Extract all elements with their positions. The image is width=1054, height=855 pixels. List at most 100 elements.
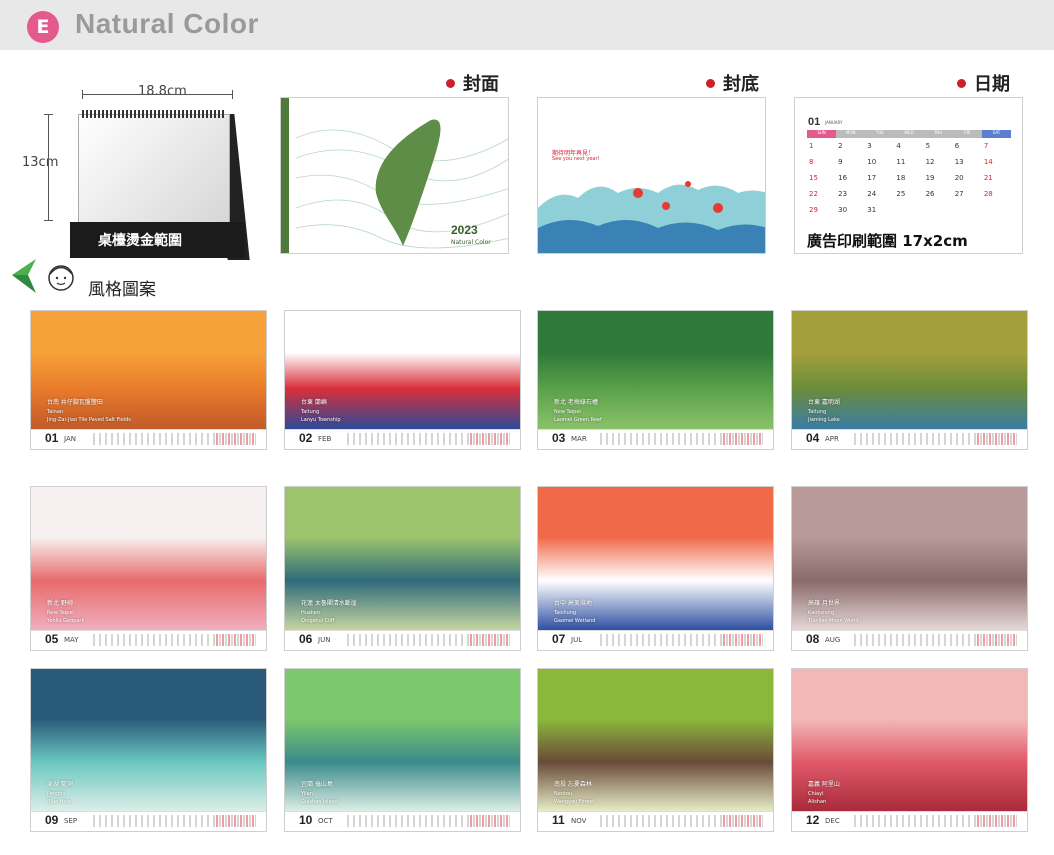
month-date-strip: 07 JUL (538, 630, 773, 650)
month-abbr: OCT (318, 817, 333, 825)
month-number: 07 (552, 632, 566, 646)
month-card-jul: 台中 高美濕地 Taichung Gaomei Wetland 07 JUL (537, 486, 774, 651)
month-caption-en: Yilan Guishan Island (301, 791, 338, 805)
month-number: 12 (806, 813, 820, 827)
date-cell: 20 (954, 174, 964, 182)
height-line-bottom-cap (44, 220, 53, 221)
month-abbr: NOV (571, 817, 587, 825)
width-line (82, 94, 232, 95)
month-card-dec: 嘉義 阿里山 Chiayi Alishan 12 DEC (791, 668, 1028, 832)
month-caption-zh: 南投 忘憂森林 (554, 781, 592, 788)
date-cell: 10 (867, 158, 877, 166)
page-title: Natural Color (75, 8, 259, 39)
date-cell: 16 (838, 174, 848, 182)
month-abbr: SEP (64, 817, 78, 825)
date-cell: 15 (809, 174, 818, 182)
month-caption-en: Penghu Blue Hole (47, 791, 71, 805)
date-cell: 2 (838, 142, 843, 150)
cover-card: 2023 Natural Color (280, 97, 509, 254)
month-card-apr: 台東 嘉明湖 Taitung Jiaming Lake 04 APR (791, 310, 1028, 450)
month-caption-zh: 澎湖 藍洞 (47, 781, 73, 788)
date-cell: 6 (954, 142, 960, 150)
date-cell: 19 (925, 174, 935, 182)
desk-calendar-mockup: 18.8cm 13cm 桌檯燙金範圍 (20, 80, 265, 270)
month-caption-en: New Taipei Yehliu Geopark (47, 610, 85, 624)
weekday-header: WED (894, 130, 924, 138)
month-number: 02 (299, 431, 313, 445)
date-cell: 31 (867, 206, 877, 214)
date-cell: 18 (896, 174, 906, 182)
width-line-left-cap (82, 90, 83, 99)
date-cell: 13 (954, 158, 964, 166)
holiday-ticks (216, 815, 256, 827)
month-card-jun: 花蓮 太魯閣清水斷崖 Hualien Qingshui Cliff 06 JUN (284, 486, 521, 651)
date-cell: 8 (809, 158, 814, 166)
weekday-header: SAT (981, 130, 1011, 138)
month-caption-zh: 高雄 月世界 (808, 600, 840, 607)
height-line (48, 114, 49, 220)
month-number: 08 (806, 632, 820, 646)
month-abbr: MAR (571, 435, 587, 443)
spiral-binding (82, 110, 224, 118)
month-caption-en: Nantou Wangyou Forest (554, 791, 595, 805)
month-abbr: JUL (571, 636, 583, 644)
month-caption-en: Chiayi Alishan (808, 791, 827, 805)
date-cell: 27 (954, 190, 964, 198)
width-dimension: 18.8cm (138, 84, 187, 99)
style-heading-text: 風格圖案 (88, 280, 156, 300)
date-cell: 3 (867, 142, 872, 150)
month-illustration (792, 669, 1027, 812)
month-date-strip: 11 NOV (538, 811, 773, 831)
month-number: 10 (299, 813, 313, 827)
back-cover-card: 期待明年再見！ See you next year! (537, 97, 766, 254)
month-date-strip: 02 FEB (285, 429, 520, 449)
label-back-cover: 封底 (706, 70, 759, 96)
month-card-oct: 宜蘭 龜山島 Yilan Guishan Island 10 OCT (284, 668, 521, 832)
weekday-header: MON (836, 130, 866, 138)
month-abbr: MAY (64, 636, 79, 644)
month-card-may: 新北 野柳 New Taipei Yehliu Geopark 05 MAY (30, 486, 267, 651)
girl-face-icon (48, 265, 74, 291)
month-abbr: JAN (64, 435, 76, 443)
print-area-label: 桌檯燙金範圍 (98, 233, 182, 249)
height-line-top-cap (44, 114, 53, 115)
holiday-ticks (470, 433, 510, 445)
date-cell: 17 (867, 174, 877, 182)
holiday-ticks (977, 634, 1017, 646)
date-cell: 4 (896, 142, 901, 150)
date-cell: 29 (809, 206, 818, 214)
month-caption-en: Tainan Jing-Zai-Jiao Tile Paved Salt Fie… (47, 409, 131, 423)
red-dot-icon (446, 79, 455, 88)
date-cell: 25 (896, 190, 906, 198)
month-date-strip: 12 DEC (792, 811, 1027, 831)
date-month-name: JANUARY (825, 120, 843, 125)
label-cover: 封面 (446, 70, 499, 96)
holiday-ticks (977, 433, 1017, 445)
month-date-strip: 03 MAR (538, 429, 773, 449)
style-heading: 風格圖案 (8, 255, 178, 301)
date-cell: 22 (809, 190, 818, 198)
month-card-nov: 南投 忘憂森林 Nantou Wangyou Forest 11 NOV (537, 668, 774, 832)
weekday-header: SUN (807, 130, 837, 138)
month-caption-zh: 台中 高美濕地 (554, 600, 592, 607)
month-date-strip: 06 JUN (285, 630, 520, 650)
month-card-feb: 台東 蘭嶼 Taitung Lanyu Township 02 FEB (284, 310, 521, 450)
cover-subtitle: Natural Color (451, 239, 491, 246)
month-caption-zh: 新北 老梅綠石槽 (554, 399, 598, 406)
month-caption-zh: 花蓮 太魯閣清水斷崖 (301, 600, 357, 607)
red-dot-icon (706, 79, 715, 88)
month-caption-en: New Taipei Laomei Green Reef (554, 409, 602, 423)
month-abbr: FEB (318, 435, 332, 443)
month-caption-zh: 台東 蘭嶼 (301, 399, 327, 406)
month-card-jan: 台南 井仔腳瓦盤鹽田 Tainan Jing-Zai-Jiao Tile Pave… (30, 310, 267, 450)
month-date-strip: 04 APR (792, 429, 1027, 449)
date-cell: 9 (838, 158, 843, 166)
date-sample-card: 01 JANUARY SUN MON TUE WED THU FRI SAT 1 2 3 4 5 6 7 8… (794, 97, 1023, 254)
month-caption-en: Hualien Qingshui Cliff (301, 610, 335, 624)
month-caption-zh: 台東 嘉明湖 (808, 399, 840, 406)
holiday-ticks (470, 634, 510, 646)
date-cell: 23 (838, 190, 848, 198)
month-number: 01 (45, 431, 59, 445)
month-caption-en: Taitung Jiaming Lake (808, 409, 840, 423)
month-date-strip: 09 SEP (31, 811, 266, 831)
